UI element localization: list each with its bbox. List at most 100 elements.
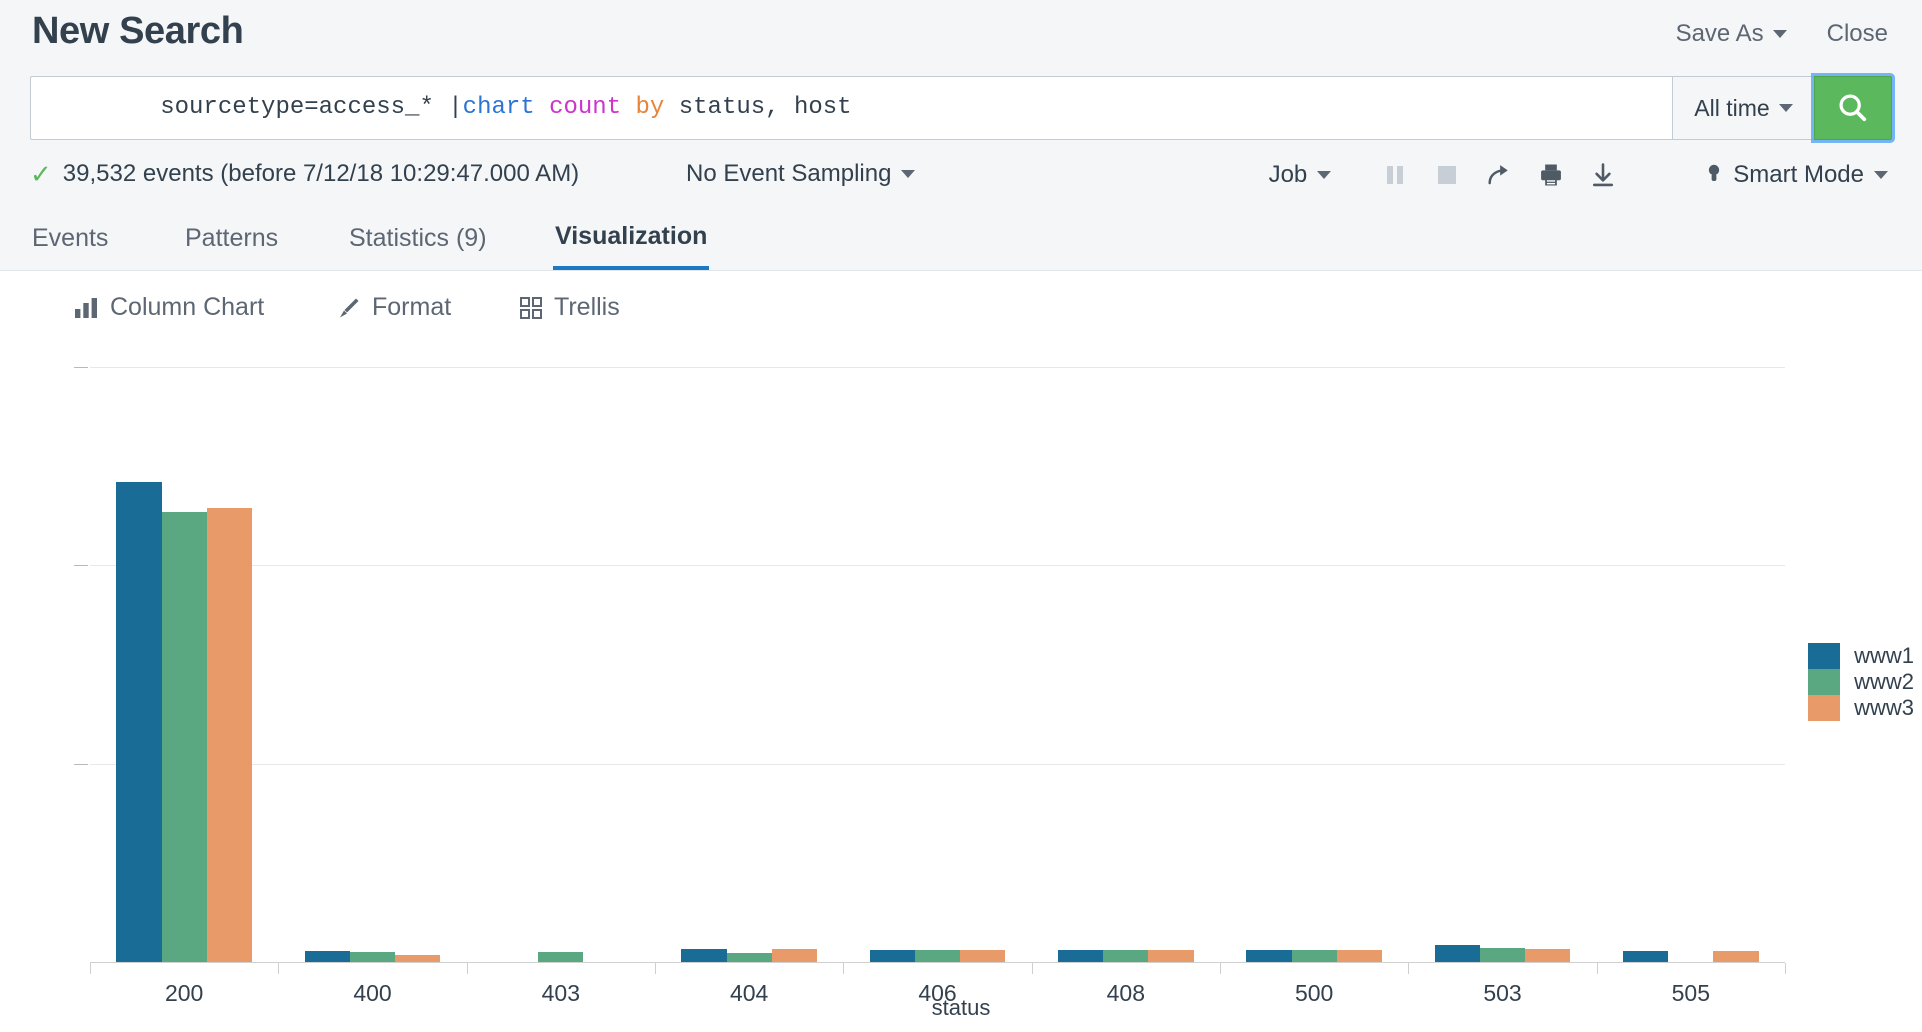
x-axis-line <box>90 962 1785 963</box>
chart-bar[interactable] <box>162 512 207 962</box>
chart-type-button[interactable]: Column Chart <box>74 293 264 322</box>
chart-bar[interactable] <box>727 953 772 962</box>
chart-type-label: Column Chart <box>110 293 264 322</box>
job-label: Job <box>1269 161 1308 189</box>
grid-icon <box>520 297 542 319</box>
tab-visualization[interactable]: Visualization <box>553 206 709 270</box>
splunk-search-app: New Search Save As Close sourcetype=acce… <box>0 0 1922 1032</box>
save-as-button[interactable]: Save As <box>1676 20 1787 48</box>
events-count-label: 39,532 events (before 7/12/18 10:29:47.0… <box>63 160 579 188</box>
query-token-4 <box>621 94 635 121</box>
chart-bar[interactable] <box>116 482 161 962</box>
query-token-5: by <box>636 94 665 121</box>
stop-icon <box>1435 162 1459 188</box>
search-mode-dropdown[interactable]: Smart Mode <box>1705 161 1888 189</box>
legend-swatch <box>1808 643 1840 669</box>
chart-bar[interactable] <box>870 950 915 962</box>
format-button[interactable]: Format <box>336 293 451 322</box>
chevron-down-icon <box>901 170 915 178</box>
chart-bar[interactable] <box>1246 950 1291 962</box>
chart-bar[interactable] <box>915 950 960 962</box>
search-mode-label: Smart Mode <box>1733 161 1864 189</box>
chart-bar[interactable] <box>960 950 1005 962</box>
chart-bar[interactable] <box>350 952 395 962</box>
chart-bar[interactable] <box>681 949 726 962</box>
export-icon <box>1589 161 1617 189</box>
event-sampling-label: No Event Sampling <box>686 160 891 188</box>
job-info-bar: ✓ 39,532 events (before 7/12/18 10:29:47… <box>0 148 1922 204</box>
trellis-button[interactable]: Trellis <box>520 293 620 322</box>
share-button[interactable] <box>1473 157 1525 193</box>
legend-label[interactable]: www3 <box>1854 695 1914 721</box>
format-label: Format <box>372 293 451 322</box>
stop-button[interactable] <box>1421 157 1473 193</box>
time-range-picker[interactable]: All time <box>1672 76 1814 140</box>
x-axis-title: status <box>0 995 1922 1021</box>
chevron-down-icon <box>1773 30 1787 38</box>
close-button[interactable]: Close <box>1827 20 1888 48</box>
legend-label[interactable]: www2 <box>1854 669 1914 695</box>
chart-bar[interactable] <box>207 508 252 962</box>
x-axis-tick <box>1597 963 1598 974</box>
legend-swatch <box>1808 669 1840 695</box>
job-controls: Job <box>1269 157 1888 193</box>
pause-button[interactable] <box>1369 157 1421 193</box>
query-token-0: sourcetype=access_* | <box>160 94 462 121</box>
lightbulb-icon <box>1705 161 1723 189</box>
chart-bar[interactable] <box>1337 950 1382 962</box>
job-menu-button[interactable]: Job <box>1269 161 1332 189</box>
chart-bar[interactable] <box>305 951 350 963</box>
chevron-down-icon <box>1779 104 1793 112</box>
share-icon <box>1485 161 1513 189</box>
visualization-panel: Column Chart Format Trellis 5, <box>0 271 1922 1032</box>
print-button[interactable] <box>1525 157 1577 193</box>
tab-patterns[interactable]: Patterns <box>183 206 280 270</box>
event-sampling-dropdown[interactable]: No Event Sampling <box>686 160 915 188</box>
chart-gridline <box>90 764 1785 765</box>
tab-events[interactable]: Events <box>30 206 110 270</box>
chart-bar[interactable] <box>1103 950 1148 962</box>
chevron-down-icon <box>1317 171 1331 179</box>
x-axis-tick <box>1785 963 1786 974</box>
page-title: New Search <box>32 10 243 53</box>
chart-bar[interactable] <box>538 952 583 962</box>
x-axis-tick <box>1032 963 1033 974</box>
legend-swatches <box>1808 643 1840 721</box>
chart-bar[interactable] <box>772 949 817 962</box>
column-chart: 5,00010,00015,00020040040340440640850050… <box>0 347 1922 1032</box>
checkmark-icon: ✓ <box>30 161 52 187</box>
chart-bar[interactable] <box>1292 950 1337 962</box>
app-header: New Search Save As Close <box>0 0 1922 72</box>
tab-statistics[interactable]: Statistics (9) <box>347 206 489 270</box>
query-token-2 <box>535 94 549 121</box>
search-button[interactable] <box>1814 76 1892 140</box>
chart-gridline <box>90 565 1785 566</box>
search-icon <box>1836 91 1870 125</box>
x-axis-tick <box>843 963 844 974</box>
search-input[interactable]: sourcetype=access_* |chart count by stat… <box>30 76 1672 140</box>
save-as-label: Save As <box>1676 20 1764 48</box>
chart-bar[interactable] <box>1480 948 1525 962</box>
bar-chart-icon <box>74 297 98 319</box>
chart-bar[interactable] <box>1058 950 1103 962</box>
legend-labels: www1www2www3 <box>1854 643 1914 721</box>
query-token-6: status, host <box>664 94 851 121</box>
chart-bar[interactable] <box>1435 945 1480 962</box>
chart-bar[interactable] <box>1148 950 1193 962</box>
trellis-label: Trellis <box>554 293 620 322</box>
brush-icon <box>336 297 360 319</box>
export-button[interactable] <box>1577 157 1629 193</box>
chart-plot-area: 5,00010,00015,00020040040340440640850050… <box>90 367 1785 962</box>
chart-bar[interactable] <box>1713 951 1758 963</box>
header-actions: Save As Close <box>1676 20 1888 48</box>
chevron-down-icon <box>1874 171 1888 179</box>
chart-bar[interactable] <box>395 955 440 962</box>
x-axis-tick <box>467 963 468 974</box>
results-tabs: Events Patterns Statistics (9) Visualiza… <box>0 206 1922 271</box>
y-axis-tick <box>74 565 88 566</box>
legend-label[interactable]: www1 <box>1854 643 1914 669</box>
chart-bar[interactable] <box>1623 951 1668 962</box>
y-axis-tick <box>74 764 88 765</box>
y-axis-tick <box>74 367 88 368</box>
chart-bar[interactable] <box>1525 949 1570 962</box>
